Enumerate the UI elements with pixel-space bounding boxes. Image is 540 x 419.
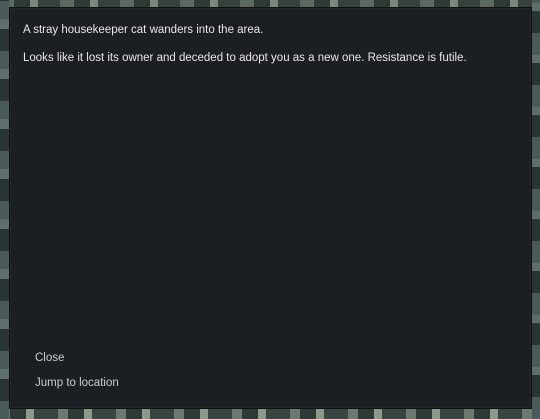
event-message-line-1: A stray housekeeper cat wanders into the… (23, 24, 264, 36)
dialog-options: Close Jump to location (35, 351, 119, 401)
map-edge-bottom (0, 409, 540, 419)
event-dialog: A stray housekeeper cat wanders into the… (9, 7, 532, 409)
close-option[interactable]: Close (35, 351, 64, 365)
event-message-line-2: Looks like it lost its owner and deceded… (23, 52, 467, 64)
map-edge-right (532, 0, 540, 419)
map-edge-left (0, 0, 9, 419)
jump-to-location-option[interactable]: Jump to location (35, 376, 119, 390)
